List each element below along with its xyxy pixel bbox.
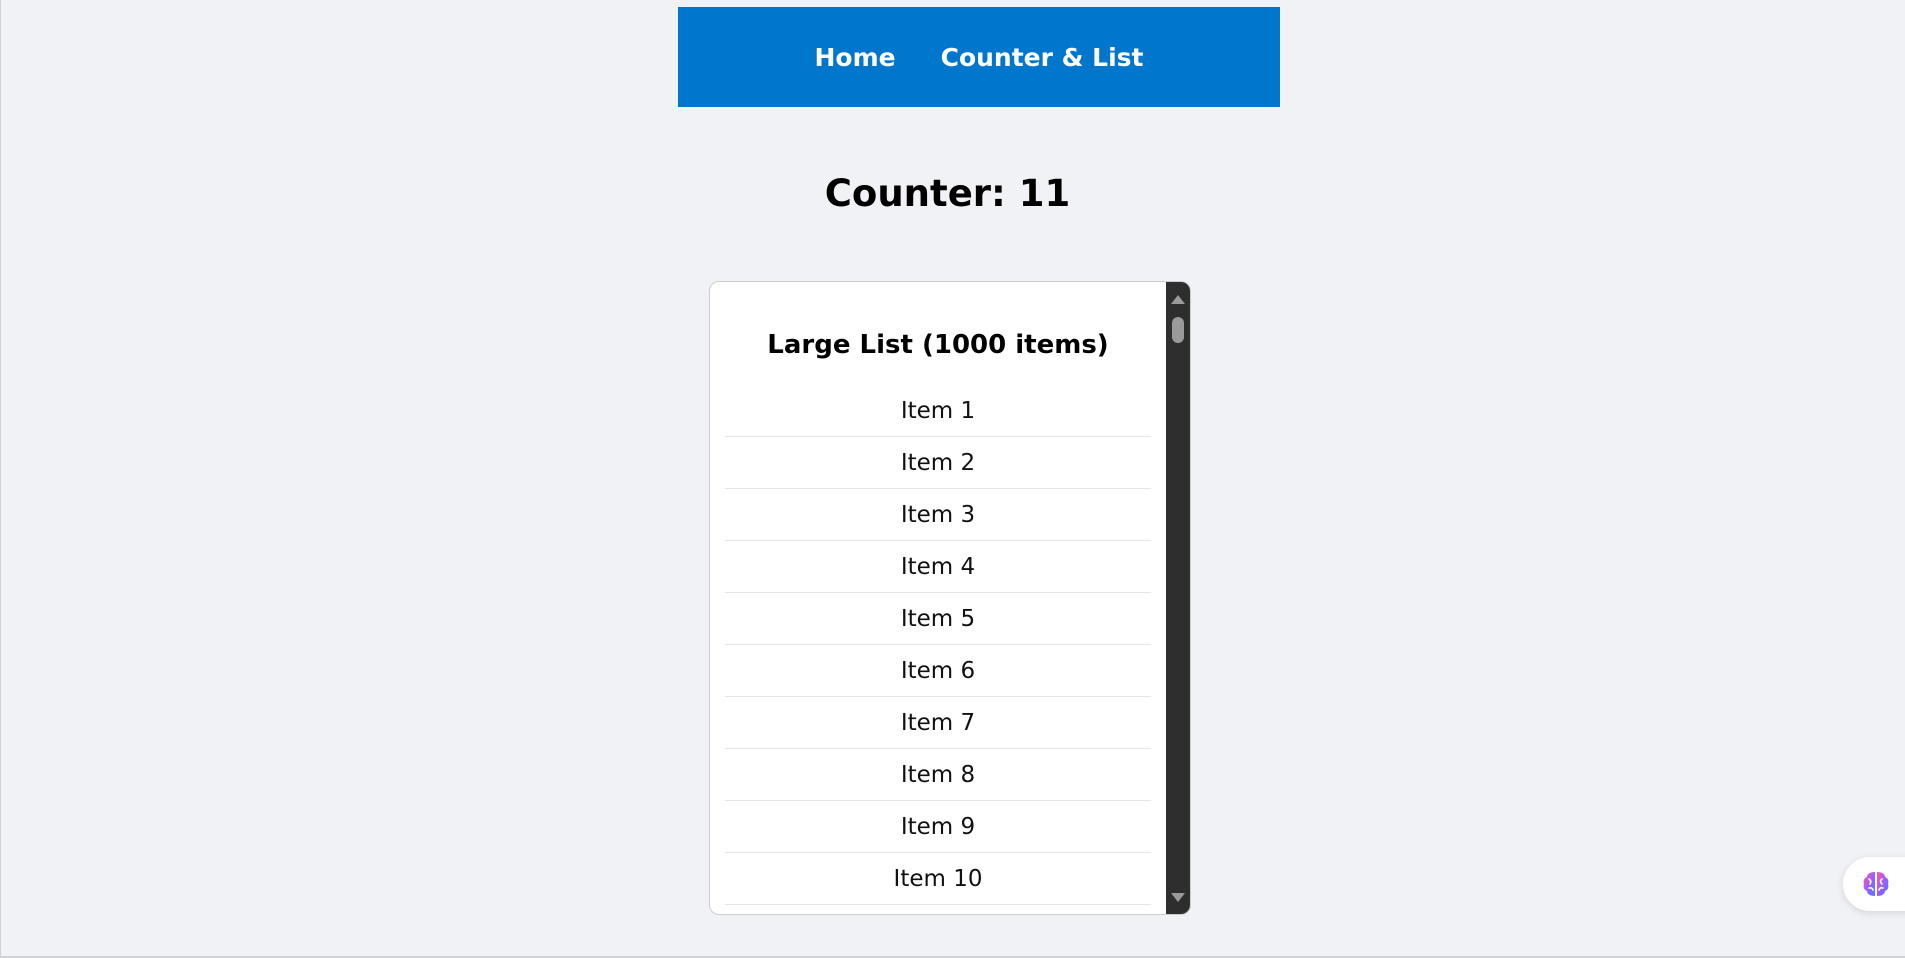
list-item: Item 3	[725, 489, 1151, 541]
list-item: Item 10	[725, 853, 1151, 905]
list-item: Item 5	[725, 593, 1151, 645]
page: Home Counter & List Counter: 11 Large Li…	[0, 0, 1905, 958]
list-title: Large List (1000 items)	[767, 330, 1109, 360]
list-item: Item 9	[725, 801, 1151, 853]
nav-link-counter-list[interactable]: Counter & List	[941, 43, 1144, 72]
list-item: Item 1	[725, 385, 1151, 437]
brain-icon	[1863, 872, 1889, 896]
assistant-button[interactable]	[1843, 857, 1905, 911]
list-item: Item 7	[725, 697, 1151, 749]
list-item: Item 2	[725, 437, 1151, 489]
list-item: Item 4	[725, 541, 1151, 593]
list-item: Item 6	[725, 645, 1151, 697]
large-list-panel[interactable]: Large List (1000 items) Item 1 Item 2 It…	[709, 281, 1191, 915]
list-scrollbar[interactable]	[1166, 282, 1190, 914]
top-navbar: Home Counter & List	[678, 7, 1280, 107]
scroll-down-arrow-icon[interactable]	[1171, 893, 1185, 902]
scroll-up-arrow-icon[interactable]	[1171, 295, 1185, 304]
item-list: Item 1 Item 2 Item 3 Item 4 Item 5 Item …	[725, 385, 1151, 905]
list-scroll-area[interactable]: Large List (1000 items) Item 1 Item 2 It…	[710, 282, 1166, 914]
counter-heading: Counter: 11	[824, 172, 1071, 215]
list-item: Item 8	[725, 749, 1151, 801]
nav-link-home[interactable]: Home	[814, 43, 895, 72]
scrollbar-thumb[interactable]	[1172, 317, 1184, 343]
